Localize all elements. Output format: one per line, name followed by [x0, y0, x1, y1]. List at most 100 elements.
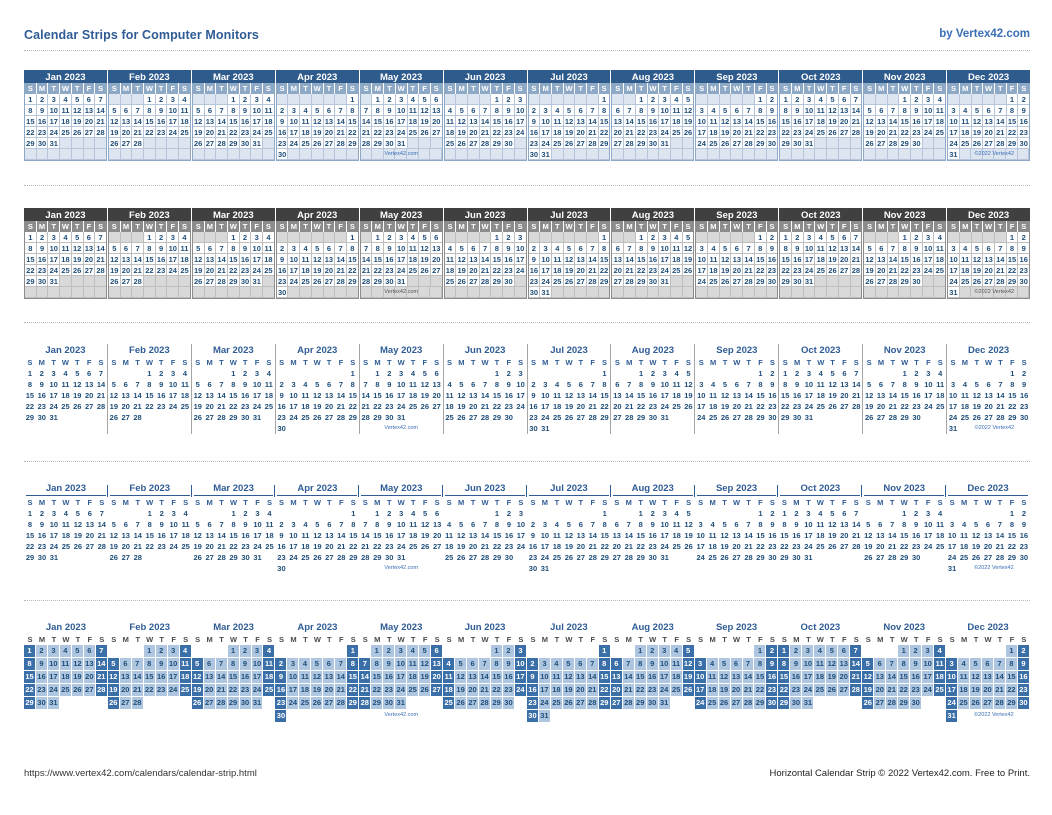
day-cell[interactable]: 20 [83, 116, 96, 127]
day-cell[interactable]: 6 [874, 658, 887, 670]
day-cell[interactable]: 5 [562, 658, 575, 670]
day-cell[interactable]: 14 [586, 671, 599, 683]
day-cell[interactable]: 27 [574, 697, 587, 709]
day-cell[interactable]: 20 [430, 116, 442, 127]
day-cell[interactable]: 26 [419, 684, 432, 696]
day-cell[interactable]: 4 [444, 379, 456, 390]
month-november-s5[interactable]: Nov 2023 S M T W T F S 1 2 3 4 5 6 7 8 9 10 11 12 13 14 15 16 17… [862, 621, 947, 723]
day-cell[interactable]: 3 [288, 105, 301, 116]
day-cell[interactable]: 26 [864, 276, 876, 287]
month-september-s3[interactable]: Sep 2023 S M T W T F S 1 2 3 4 5 6 7 8 9 10 11 12 13 14 15 16 17… [695, 344, 780, 434]
day-cell[interactable]: 17 [540, 265, 552, 276]
day-cell[interactable]: 18 [815, 116, 828, 127]
day-cell[interactable]: 30 [911, 138, 923, 149]
day-cell[interactable]: 23 [528, 276, 541, 287]
day-cell[interactable]: 26 [719, 276, 732, 287]
day-cell[interactable]: 2 [766, 645, 779, 657]
day-cell[interactable]: 3 [802, 508, 814, 519]
day-cell[interactable]: 5 [419, 645, 432, 657]
day-cell[interactable]: 13 [204, 116, 217, 127]
month-august-s3[interactable]: Aug 2023 S M T W T F S 1 2 3 4 5 6 7 8 9 10 11 12 13 14 15 16 17… [611, 344, 696, 434]
day-cell[interactable]: 21 [994, 127, 1007, 138]
day-cell[interactable]: 6 [468, 243, 480, 254]
day-cell[interactable]: 24 [803, 127, 816, 138]
day-cell[interactable]: 21 [850, 530, 862, 541]
day-cell[interactable]: 17 [803, 254, 816, 265]
day-cell[interactable]: 25 [299, 412, 311, 423]
day-cell[interactable]: 6 [83, 94, 96, 105]
day-cell[interactable]: 13 [731, 390, 743, 401]
day-cell[interactable]: 10 [659, 243, 671, 254]
day-cell[interactable]: 21 [335, 127, 347, 138]
day-cell[interactable]: 29 [899, 412, 911, 423]
day-cell[interactable]: 17 [803, 390, 815, 401]
month-february-s3[interactable]: Feb 2023 S M T W T F S 1 2 3 4 5 6 7 8 9 10 11 12 13 14 15 16 17… [108, 344, 192, 434]
day-cell[interactable]: 11 [179, 658, 192, 670]
day-cell[interactable]: 27 [83, 127, 96, 138]
day-cell[interactable]: 9 [1017, 658, 1030, 670]
day-cell[interactable]: 11 [707, 390, 719, 401]
day-cell[interactable]: 9 [647, 243, 660, 254]
day-cell[interactable]: 24 [167, 265, 180, 276]
day-cell[interactable]: 30 [527, 563, 539, 574]
day-cell[interactable]: 28 [215, 697, 228, 709]
day-cell[interactable]: 9 [1018, 519, 1030, 530]
day-cell[interactable]: 3 [922, 645, 935, 657]
day-cell[interactable]: 6 [323, 658, 336, 670]
day-cell[interactable]: 4 [60, 94, 72, 105]
day-cell[interactable]: 17 [395, 116, 408, 127]
day-cell[interactable]: 30 [276, 287, 289, 298]
day-cell[interactable]: 6 [875, 379, 887, 390]
day-cell[interactable]: 18 [179, 254, 190, 265]
day-cell[interactable]: 22 [898, 541, 910, 552]
day-cell[interactable]: 20 [838, 254, 851, 265]
day-cell[interactable]: 30 [239, 412, 251, 423]
day-cell[interactable]: 7 [335, 519, 347, 530]
day-cell[interactable]: 23 [646, 684, 659, 696]
day-cell[interactable]: 26 [71, 265, 84, 276]
day-cell[interactable]: 10 [251, 243, 264, 254]
day-cell[interactable]: 5 [455, 658, 468, 670]
day-cell[interactable]: 12 [419, 519, 431, 530]
day-cell[interactable]: 8 [754, 243, 767, 254]
day-cell[interactable]: 25 [407, 127, 420, 138]
day-cell[interactable]: 12 [107, 671, 120, 683]
day-cell[interactable]: 22 [227, 127, 240, 138]
day-cell[interactable]: 24 [514, 265, 526, 276]
day-cell[interactable]: 28 [95, 265, 106, 276]
day-cell[interactable]: 9 [1018, 243, 1030, 254]
day-cell[interactable]: 16 [1018, 116, 1030, 127]
day-cell[interactable]: 21 [587, 401, 599, 412]
day-cell[interactable]: 19 [191, 684, 204, 696]
day-cell[interactable]: 11 [60, 243, 72, 254]
day-cell[interactable]: 26 [971, 276, 984, 287]
day-cell[interactable]: 5 [563, 379, 575, 390]
day-cell[interactable]: 8 [25, 105, 37, 116]
day-cell[interactable]: 7 [132, 243, 145, 254]
day-cell[interactable]: 2 [383, 645, 396, 657]
day-cell[interactable]: 19 [192, 265, 205, 276]
day-cell[interactable]: 8 [491, 519, 503, 530]
day-cell[interactable]: 17 [168, 530, 180, 541]
day-cell[interactable]: 11 [407, 105, 420, 116]
day-cell[interactable]: 29 [778, 697, 791, 709]
day-cell[interactable]: 18 [815, 390, 827, 401]
day-cell[interactable]: 14 [216, 390, 228, 401]
day-cell[interactable]: 25 [670, 684, 683, 696]
day-cell[interactable]: 31 [538, 710, 551, 722]
day-cell[interactable]: 6 [731, 519, 743, 530]
day-cell[interactable]: 26 [862, 552, 874, 563]
day-cell[interactable]: 11 [444, 390, 456, 401]
day-cell[interactable]: 27 [467, 552, 479, 563]
day-cell[interactable]: 16 [239, 116, 252, 127]
day-cell[interactable]: 18 [708, 265, 720, 276]
day-cell[interactable]: 27 [323, 276, 336, 287]
day-cell[interactable]: 1 [1006, 508, 1018, 519]
day-cell[interactable]: 29 [346, 138, 358, 149]
day-cell[interactable]: 16 [276, 127, 289, 138]
day-cell[interactable]: 19 [719, 127, 732, 138]
day-cell[interactable]: 2 [502, 645, 515, 657]
day-cell[interactable]: 31 [948, 287, 960, 298]
day-cell[interactable]: 13 [467, 671, 480, 683]
day-cell[interactable]: 7 [624, 243, 636, 254]
